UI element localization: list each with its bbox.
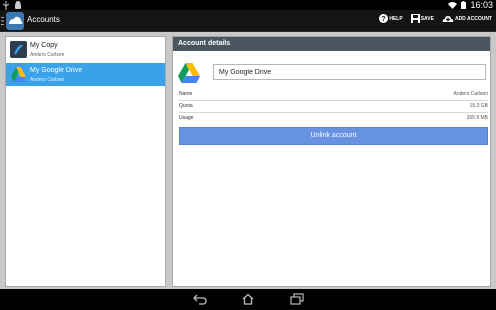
add-account-button[interactable]: ADD ACCOUNT [442,14,492,23]
account-owner: Anders Carlsen [30,77,65,83]
info-row-name: Name Anders Carlsen [179,90,488,99]
page-title: Accounts [27,15,60,24]
android-icon [15,0,21,9]
save-icon [410,14,420,23]
help-button[interactable]: ? HELP [379,14,403,23]
info-row-quota: Quota 15.0 GB [179,102,488,111]
copy-app-icon [10,41,27,58]
system-indicators: 16:03 [448,0,493,10]
info-value: Anders Carlsen [453,91,488,97]
info-row-usage: Usage 265.9 MB [179,114,488,123]
divider [179,100,488,101]
save-label: SAVE [420,15,434,22]
info-label: Name [179,91,193,97]
navigation-bar [0,289,496,310]
save-button[interactable]: SAVE [410,14,434,23]
google-drive-icon [11,67,26,82]
account-details-header: Account details [173,37,490,51]
drawer-indicator-icon[interactable] [1,16,4,26]
account-item-my-copy[interactable]: My Copy Anders Carlsen [6,38,165,61]
google-drive-icon [178,63,200,83]
account-details-panel: Account details Name Anders Carlsen Quot… [172,36,491,287]
wifi-icon [448,2,458,9]
status-bar: 16:03 [0,0,496,10]
add-cloud-icon [442,16,454,22]
add-account-label: ADD ACCOUNT [454,15,492,22]
info-value: 265.9 MB [466,115,488,121]
account-name: My Google Drive [30,67,83,74]
account-name-field[interactable] [213,64,486,80]
notification-icons [2,0,22,10]
app-logo-icon[interactable] [6,12,24,30]
battery-icon [461,1,467,9]
help-label: HELP [389,15,403,22]
help-icon: ? [379,14,389,23]
content-area: My Copy Anders Carlsen My Google Drive A… [0,32,496,289]
clock: 16:03 [470,0,493,10]
recent-apps-icon[interactable] [290,293,304,305]
home-icon[interactable] [241,293,255,305]
divider [179,112,488,113]
back-icon[interactable] [193,293,207,305]
info-label: Quota [179,103,193,109]
info-value: 15.0 GB [469,103,488,109]
account-item-my-google-drive[interactable]: My Google Drive Anders Carlsen [6,63,165,86]
accounts-list: My Copy Anders Carlsen My Google Drive A… [5,36,166,287]
usb-icon [2,0,10,10]
svg-text:?: ? [382,16,386,23]
account-owner: Anders Carlsen [30,52,65,58]
action-buttons: ? HELP SAVE ADD ACCOUNT [379,14,492,23]
info-label: Usage [179,115,194,121]
account-name: My Copy [30,42,58,49]
unlink-account-button[interactable]: Unlink account [179,127,488,145]
action-bar: Accounts ? HELP SAVE ADD ACCOUNT [0,10,496,32]
